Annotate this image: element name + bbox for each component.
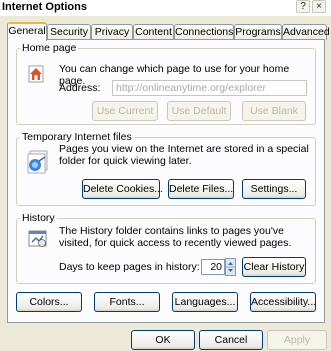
tab-strip: General Security Privacy Content Connect… xyxy=(7,22,330,41)
use-current-button[interactable]: Use Current xyxy=(92,101,158,121)
colors-button[interactable]: Colors... xyxy=(16,292,82,312)
history-icon xyxy=(28,230,47,247)
delete-files-button[interactable]: Delete Files... xyxy=(168,179,234,199)
tab-security[interactable]: Security xyxy=(47,24,91,40)
home-page-address-field[interactable]: http://onlineanytime.org/explorer xyxy=(112,80,307,96)
days-to-keep-field[interactable]: 20 xyxy=(201,259,225,275)
clear-history-button[interactable]: Clear History xyxy=(242,257,306,277)
home-icon xyxy=(28,65,44,83)
temporary-files-icon xyxy=(27,150,48,174)
general-tab-panel: Home page You can change which page to u… xyxy=(7,39,325,323)
window-title: Internet Options xyxy=(2,1,87,13)
temporary-files-description: Pages you view on the Internet are store… xyxy=(59,143,309,167)
fonts-button[interactable]: Fonts... xyxy=(94,292,160,312)
tab-content[interactable]: Content xyxy=(133,24,174,40)
apply-button[interactable]: Apply xyxy=(267,330,327,350)
use-default-button[interactable]: Use Default xyxy=(167,101,231,121)
use-blank-button[interactable]: Use Blank xyxy=(242,101,306,121)
tab-privacy[interactable]: Privacy xyxy=(91,24,133,40)
ok-button[interactable]: OK xyxy=(131,330,195,350)
tab-programs[interactable]: Programs xyxy=(234,24,282,40)
home-page-legend: Home page xyxy=(22,42,77,54)
days-to-keep-label: Days to keep pages in history: xyxy=(59,261,200,273)
temp-files-settings-button[interactable]: Settings... xyxy=(242,179,306,199)
days-spinner[interactable] xyxy=(225,258,236,276)
delete-cookies-button[interactable]: Delete Cookies... xyxy=(82,179,163,199)
history-description: The History folder contains links to pag… xyxy=(59,225,292,249)
temporary-files-legend: Temporary Internet files xyxy=(22,131,132,143)
cancel-button[interactable]: Cancel xyxy=(199,330,263,350)
tab-general[interactable]: General xyxy=(7,22,47,41)
address-label: Address: xyxy=(59,82,101,94)
tab-advanced[interactable]: Advanced xyxy=(282,24,330,40)
spinner-arrows-icon xyxy=(226,262,235,272)
help-button[interactable]: ? xyxy=(296,0,310,13)
languages-button[interactable]: Languages... xyxy=(172,292,238,312)
close-button[interactable]: × xyxy=(312,0,326,13)
title-bar: Internet Options ? × xyxy=(0,0,331,16)
accessibility-button[interactable]: Accessibility... xyxy=(250,292,316,312)
tab-connections[interactable]: Connections xyxy=(174,24,234,40)
history-legend: History xyxy=(22,212,55,224)
